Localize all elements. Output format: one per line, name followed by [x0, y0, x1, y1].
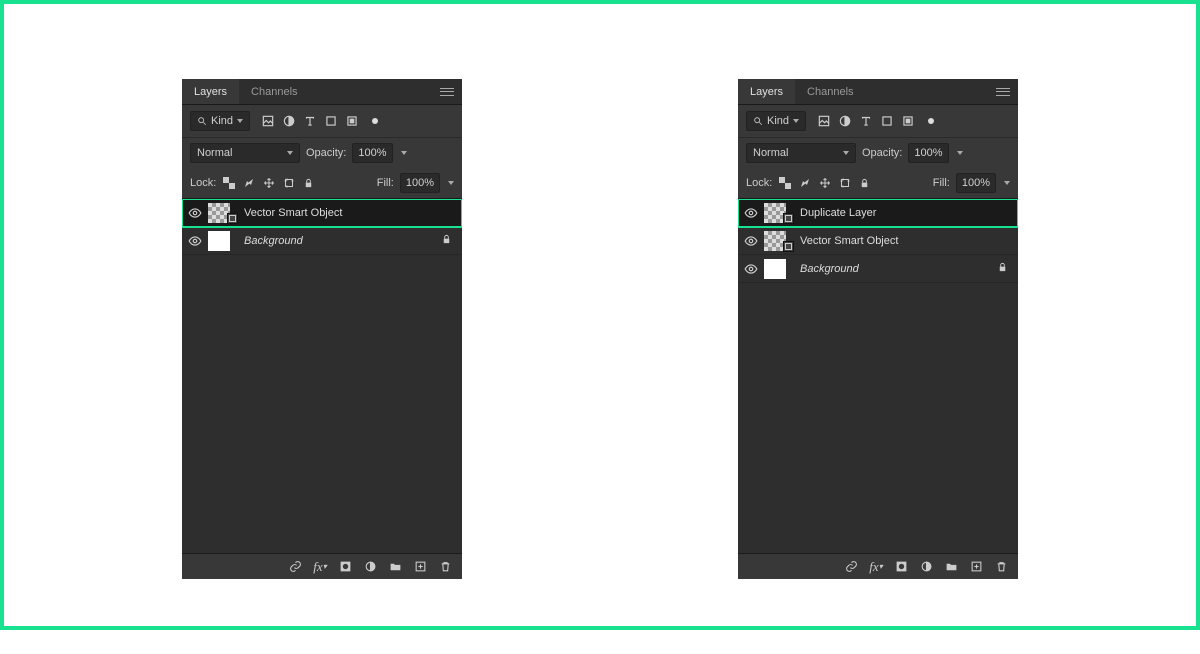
- visibility-toggle-icon[interactable]: [744, 234, 758, 248]
- lock-transparency-icon[interactable]: [778, 177, 791, 190]
- panel-bottom-bar: fx▾: [182, 553, 462, 579]
- tab-channels[interactable]: Channels: [239, 79, 309, 104]
- lock-artboard-icon[interactable]: [838, 177, 851, 190]
- chevron-down-icon[interactable]: [957, 151, 963, 155]
- layers-list: Vector Smart Object Background: [182, 199, 462, 553]
- lock-label: Lock:: [746, 177, 772, 189]
- opacity-label: Opacity:: [862, 147, 902, 159]
- chevron-down-icon[interactable]: [448, 181, 454, 185]
- layer-row[interactable]: Vector Smart Object: [738, 227, 1018, 255]
- lock-position-icon[interactable]: [262, 177, 275, 190]
- panel-bottom-bar: fx▾: [738, 553, 1018, 579]
- layer-row[interactable]: Vector Smart Object: [182, 199, 462, 227]
- tab-layers[interactable]: Layers: [738, 79, 795, 104]
- layers-panel: Layers Channels Kind Normal Opacity: 100…: [738, 79, 1018, 579]
- opacity-value[interactable]: 100%: [352, 143, 392, 163]
- layer-name[interactable]: Background: [244, 235, 303, 247]
- opacity-label: Opacity:: [306, 147, 346, 159]
- lock-all-icon[interactable]: [302, 177, 315, 190]
- delete-layer-icon[interactable]: [994, 560, 1008, 574]
- blend-row: Normal Opacity: 100%: [738, 137, 1018, 168]
- visibility-toggle-icon[interactable]: [744, 262, 758, 276]
- layer-row[interactable]: Background: [738, 255, 1018, 283]
- filter-pixel-icon[interactable]: [261, 114, 275, 128]
- layer-mask-icon[interactable]: [338, 560, 352, 574]
- filter-toggle-icon[interactable]: [928, 118, 934, 124]
- delete-layer-icon[interactable]: [438, 560, 452, 574]
- filter-type-icon[interactable]: [859, 114, 873, 128]
- lock-pixels-icon[interactable]: [798, 177, 811, 190]
- lock-indicator-icon: [997, 262, 1008, 276]
- blend-mode-select[interactable]: Normal: [190, 143, 300, 163]
- layer-mask-icon[interactable]: [894, 560, 908, 574]
- filter-adjustment-icon[interactable]: [838, 114, 852, 128]
- fill-label: Fill:: [377, 177, 394, 189]
- lock-transparency-icon[interactable]: [222, 177, 235, 190]
- link-layers-icon[interactable]: [288, 560, 302, 574]
- layer-row[interactable]: Background: [182, 227, 462, 255]
- layer-name[interactable]: Background: [800, 263, 859, 275]
- new-layer-icon[interactable]: [413, 560, 427, 574]
- lock-pixels-icon[interactable]: [242, 177, 255, 190]
- layer-name[interactable]: Duplicate Layer: [800, 207, 876, 219]
- visibility-toggle-icon[interactable]: [188, 206, 202, 220]
- adjustment-layer-icon[interactable]: [363, 560, 377, 574]
- lock-artboard-icon[interactable]: [282, 177, 295, 190]
- smart-object-badge-icon: [227, 213, 238, 224]
- new-group-icon[interactable]: [944, 560, 958, 574]
- filter-smart-icon[interactable]: [901, 114, 915, 128]
- lock-row: Lock: Fill: 100%: [738, 168, 1018, 199]
- layer-style-icon[interactable]: fx▾: [313, 560, 327, 574]
- filter-type-icon[interactable]: [303, 114, 317, 128]
- new-group-icon[interactable]: [388, 560, 402, 574]
- filter-row: Kind: [738, 105, 1018, 137]
- lock-row: Lock: Fill: 100%: [182, 168, 462, 199]
- lock-all-icon[interactable]: [858, 177, 871, 190]
- blend-mode-select[interactable]: Normal: [746, 143, 856, 163]
- layers-panel: Layers Channels Kind Normal Opacity: 100…: [182, 79, 462, 579]
- tab-channels[interactable]: Channels: [795, 79, 865, 104]
- smart-object-badge-icon: [783, 241, 794, 252]
- opacity-value[interactable]: 100%: [908, 143, 948, 163]
- adjustment-layer-icon[interactable]: [919, 560, 933, 574]
- layer-name[interactable]: Vector Smart Object: [244, 207, 342, 219]
- filter-toggle-icon[interactable]: [372, 118, 378, 124]
- filter-adjustment-icon[interactable]: [282, 114, 296, 128]
- filter-pixel-icon[interactable]: [817, 114, 831, 128]
- layers-list: Duplicate Layer Vector Smart Object Back…: [738, 199, 1018, 553]
- panel-tabs: Layers Channels: [182, 79, 462, 105]
- visibility-toggle-icon[interactable]: [188, 234, 202, 248]
- smart-object-badge-icon: [783, 213, 794, 224]
- lock-indicator-icon: [441, 234, 452, 248]
- filter-shape-icon[interactable]: [880, 114, 894, 128]
- layer-thumbnail[interactable]: [208, 203, 230, 223]
- layer-thumbnail[interactable]: [764, 259, 786, 279]
- tab-layers[interactable]: Layers: [182, 79, 239, 104]
- layer-thumbnail[interactable]: [764, 203, 786, 223]
- visibility-toggle-icon[interactable]: [744, 206, 758, 220]
- new-layer-icon[interactable]: [969, 560, 983, 574]
- filter-kind-select[interactable]: Kind: [190, 111, 250, 131]
- panel-menu-icon[interactable]: [996, 88, 1010, 96]
- panel-menu-icon[interactable]: [440, 88, 454, 96]
- link-layers-icon[interactable]: [844, 560, 858, 574]
- filter-smart-icon[interactable]: [345, 114, 359, 128]
- blend-row: Normal Opacity: 100%: [182, 137, 462, 168]
- lock-label: Lock:: [190, 177, 216, 189]
- chevron-down-icon[interactable]: [401, 151, 407, 155]
- chevron-down-icon[interactable]: [1004, 181, 1010, 185]
- fill-value[interactable]: 100%: [956, 173, 996, 193]
- layer-name[interactable]: Vector Smart Object: [800, 235, 898, 247]
- layer-style-icon[interactable]: fx▾: [869, 560, 883, 574]
- layer-thumbnail[interactable]: [764, 231, 786, 251]
- lock-position-icon[interactable]: [818, 177, 831, 190]
- filter-shape-icon[interactable]: [324, 114, 338, 128]
- fill-value[interactable]: 100%: [400, 173, 440, 193]
- panel-tabs: Layers Channels: [738, 79, 1018, 105]
- filter-row: Kind: [182, 105, 462, 137]
- fill-label: Fill:: [933, 177, 950, 189]
- layer-thumbnail[interactable]: [208, 231, 230, 251]
- layer-row[interactable]: Duplicate Layer: [738, 199, 1018, 227]
- filter-kind-select[interactable]: Kind: [746, 111, 806, 131]
